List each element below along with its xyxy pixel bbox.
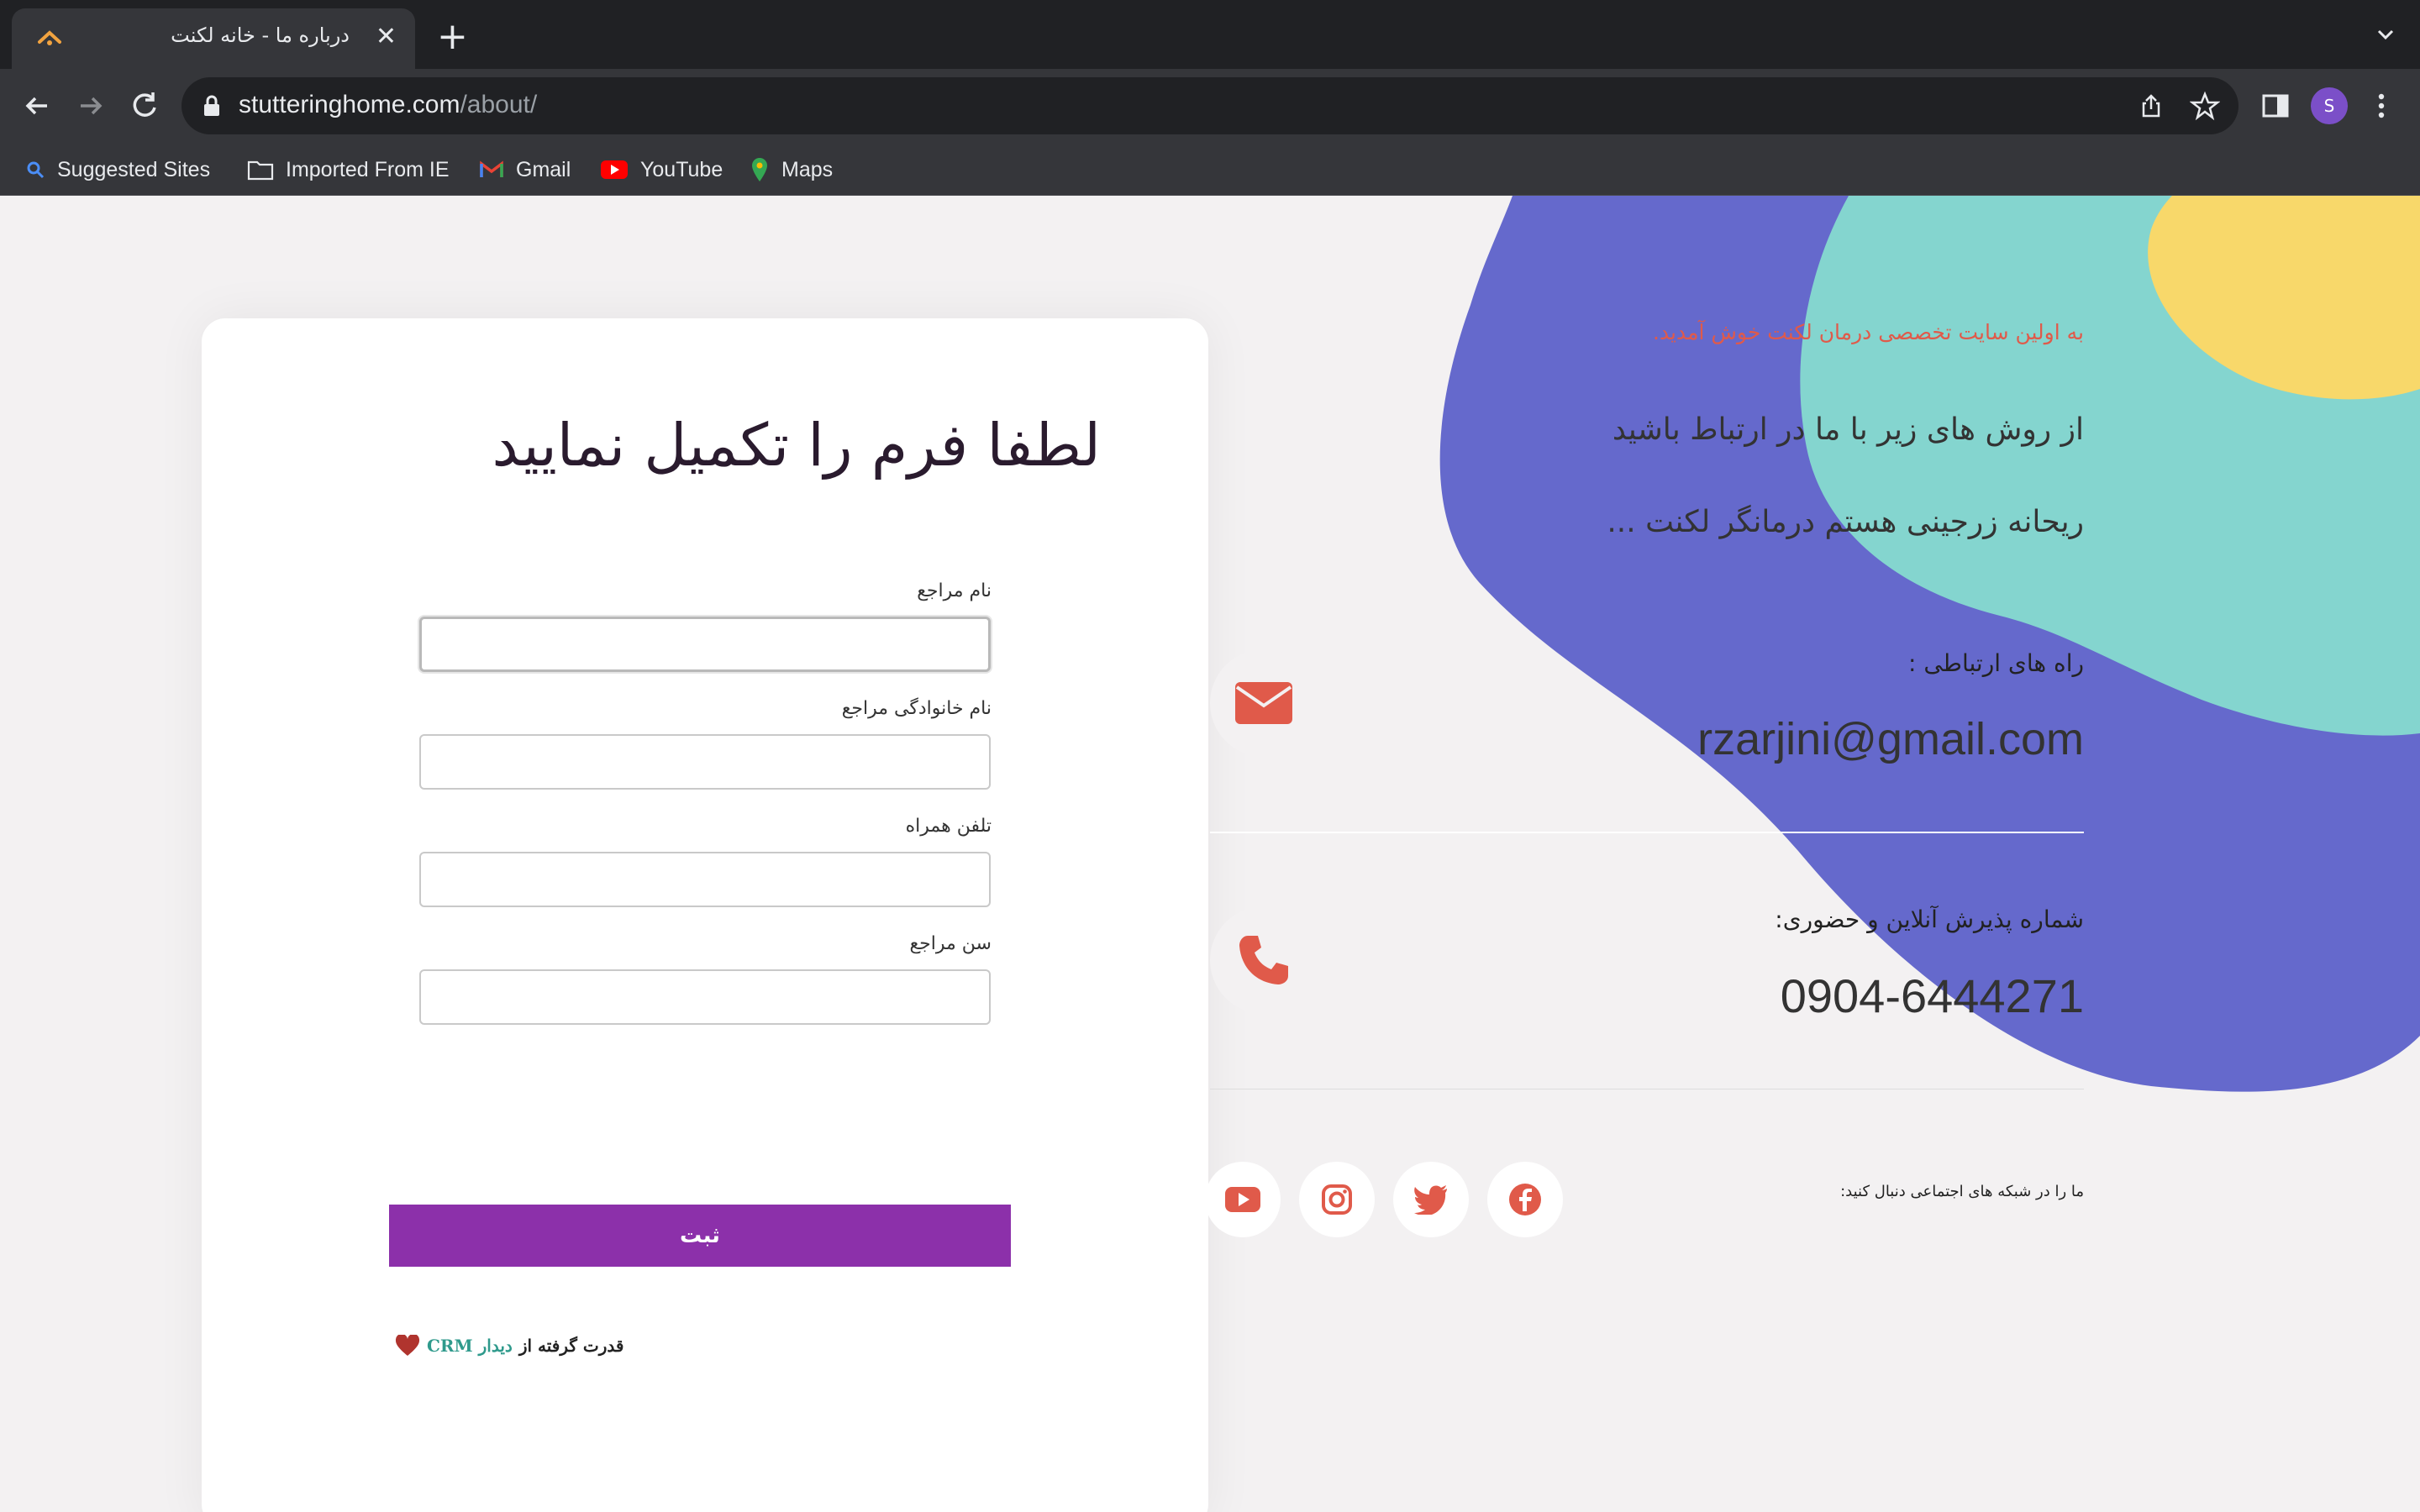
- divider: [1210, 832, 2084, 833]
- contact-heading: راه های ارتباطی :: [1907, 649, 2084, 677]
- tab-strip: درباره ما - خانه لکنت ✕ +: [0, 0, 2420, 69]
- gmail-icon: [480, 160, 503, 177]
- envelope-icon: [1235, 682, 1292, 724]
- maps-pin-icon: [752, 158, 767, 181]
- powered-prefix: قدرت گرفته از: [518, 1336, 624, 1356]
- youtube-icon: [1225, 1187, 1260, 1212]
- phone-icon-circle: [1210, 906, 1318, 1014]
- welcome-text: به اولین سایت تخصصی درمان لکنت خوش آمدید…: [1652, 320, 2084, 344]
- powered-brand-link[interactable]: دیدار CRM: [427, 1336, 513, 1356]
- twitter-icon: [1414, 1185, 1447, 1215]
- instagram-link[interactable]: [1299, 1162, 1375, 1237]
- tab-search-chevron-icon[interactable]: [2373, 22, 2398, 47]
- mobile-phone-input[interactable]: [419, 852, 991, 907]
- bookmarks-bar: Suggested Sites Imported From IE Gmail Y…: [0, 143, 2420, 196]
- email-link[interactable]: rzarjini@gmail.com: [1697, 713, 2084, 765]
- facebook-icon: [1509, 1184, 1541, 1215]
- contact-intro-text: از روش های زیر با ما در ارتباط باشید: [1612, 412, 2084, 447]
- bookmark-label: Suggested Sites: [57, 157, 211, 181]
- age-input[interactable]: [419, 969, 991, 1025]
- address-bar[interactable]: stutteringhome.com/about/: [182, 77, 2238, 134]
- back-icon[interactable]: [17, 86, 57, 126]
- heart-icon: [395, 1335, 420, 1356]
- share-icon[interactable]: [2138, 92, 2165, 119]
- twitter-link[interactable]: [1393, 1162, 1469, 1237]
- url-text: stutteringhome.com/about/: [239, 91, 537, 119]
- bookmark-imported-from-ie[interactable]: Imported From IE: [247, 153, 450, 186]
- last-name-label: نام خانوادگی مراجع: [841, 698, 992, 719]
- bookmark-label: Maps: [781, 157, 834, 181]
- page-viewport: لطفا فرم را تکمیل نمایید نام مراجع نام خ…: [0, 196, 2420, 1512]
- age-label: سن مراجع: [909, 933, 992, 954]
- reload-icon[interactable]: [124, 86, 165, 126]
- browser-tab-active[interactable]: درباره ما - خانه لکنت ✕: [12, 8, 415, 69]
- bookmark-suggested-sites[interactable]: Suggested Sites: [25, 153, 210, 186]
- last-name-input[interactable]: [419, 734, 991, 790]
- bookmark-star-icon[interactable]: [2190, 91, 2220, 121]
- tab-title: درباره ما - خانه لکنت: [171, 24, 350, 47]
- facebook-link[interactable]: [1487, 1162, 1563, 1237]
- browser-toolbar: stutteringhome.com/about/ S: [0, 69, 2420, 143]
- url-host: stutteringhome.com: [239, 91, 460, 118]
- profile-avatar[interactable]: S: [2311, 87, 2348, 124]
- bookmark-maps[interactable]: Maps: [750, 153, 833, 186]
- follow-social-text: ما را در شبکه های اجتماعی دنبال کنید:: [1840, 1183, 2084, 1200]
- folder-icon: [247, 160, 274, 181]
- powered-by: قدرت گرفته از دیدار CRM: [395, 1335, 623, 1357]
- youtube-link[interactable]: [1205, 1162, 1281, 1237]
- side-panel-icon[interactable]: [2260, 91, 2291, 121]
- bookmark-label: Imported From IE: [286, 157, 450, 181]
- youtube-icon: [601, 160, 628, 179]
- tab-close-icon[interactable]: ✕: [376, 22, 397, 52]
- phone-heading: شماره پذیرش آنلاین و حضوری:: [1775, 906, 2084, 933]
- submit-button[interactable]: ثبت: [389, 1205, 1011, 1267]
- mobile-phone-label: تلفن همراه: [905, 816, 992, 837]
- site-favicon-icon: [38, 30, 61, 45]
- therapist-intro-text: ریحانه زرجینی هستم درمانگر لکنت ...: [1607, 505, 2084, 539]
- bookmark-label: YouTube: [640, 157, 723, 181]
- more-menu-icon[interactable]: [2371, 89, 2391, 123]
- phone-number[interactable]: 0904-6444271: [1781, 969, 2084, 1023]
- form-card: لطفا فرم را تکمیل نمایید نام مراجع نام خ…: [202, 318, 1208, 1512]
- instagram-icon: [1322, 1184, 1352, 1215]
- bookmark-gmail[interactable]: Gmail: [479, 153, 571, 186]
- form-title: لطفا فرم را تکمیل نمایید: [492, 411, 1101, 480]
- new-tab-icon[interactable]: +: [437, 18, 468, 55]
- first-name-input[interactable]: [419, 617, 991, 672]
- bookmark-youtube[interactable]: YouTube: [600, 153, 723, 186]
- phone-icon: [1239, 936, 1288, 984]
- url-path: /about/: [460, 91, 538, 118]
- email-icon-circle: [1210, 649, 1318, 757]
- first-name-label: نام مراجع: [917, 580, 992, 601]
- search-icon: [27, 161, 45, 179]
- lock-icon[interactable]: [202, 94, 222, 118]
- forward-icon[interactable]: [71, 86, 111, 126]
- bookmark-label: Gmail: [516, 157, 571, 181]
